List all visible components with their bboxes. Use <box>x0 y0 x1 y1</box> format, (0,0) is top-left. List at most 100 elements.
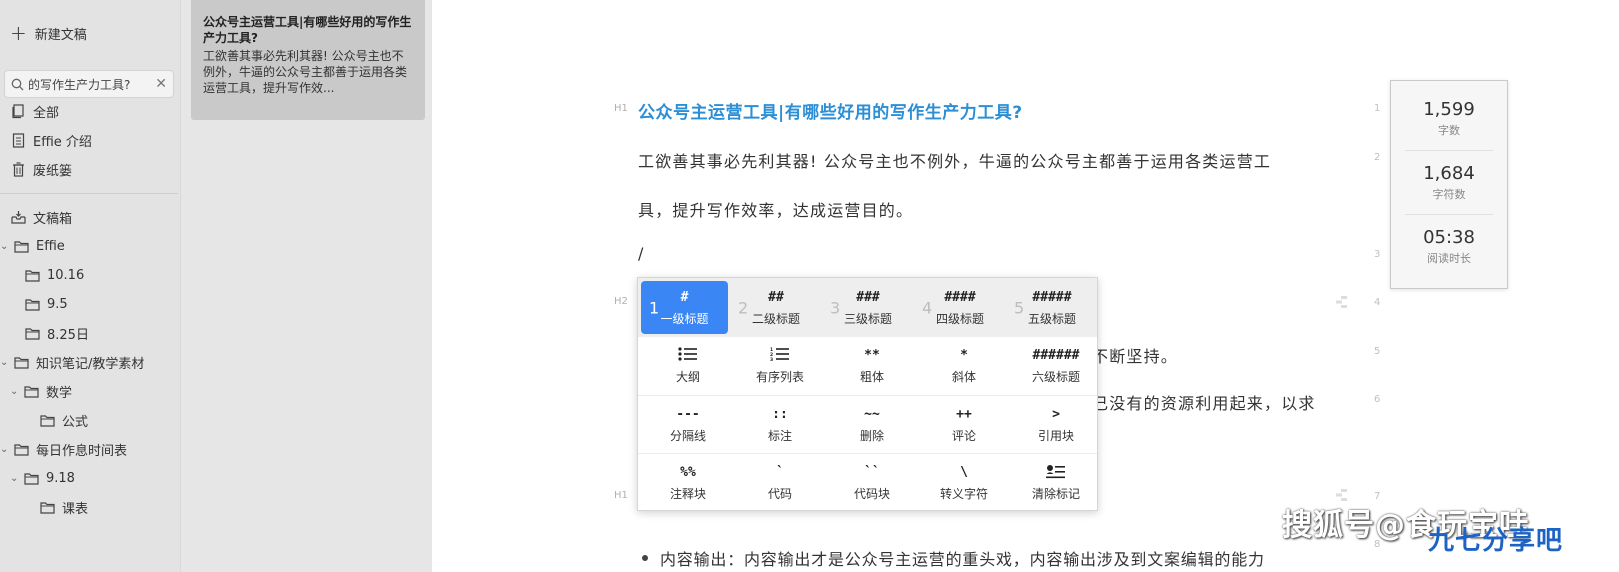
quote-option[interactable]: > 引用块 <box>1010 396 1102 453</box>
italic-label: 斜体 <box>951 370 976 384</box>
sidebar-item-folder-9-18[interactable]: ⌄ 9.18 <box>10 466 75 490</box>
h2-label: 二级标题 <box>751 311 800 326</box>
escape-char-option[interactable]: \ 转义字符 <box>918 454 1010 511</box>
folder-icon <box>39 412 55 428</box>
sidebar-item-folder-effie[interactable]: ⌄ Effie <box>0 234 65 258</box>
shortcut-number: 2 <box>738 298 749 317</box>
stats-divider <box>1405 150 1493 151</box>
comment-symbol: ++ <box>956 406 972 422</box>
paragraph-line[interactable]: 工欲善其事必先利其器! 公众号主也不例外，牛逼的公众号主都善于运用各类运营工 <box>638 148 1271 172</box>
chevron-down-icon[interactable]: ⌄ <box>10 386 20 397</box>
h2-option[interactable]: 2 ## 二级标题 <box>730 278 822 337</box>
quote-symbol: > <box>1052 406 1060 422</box>
sidebar-item-all[interactable]: 全部 <box>10 99 59 123</box>
comment-block-option[interactable]: %% 注释块 <box>642 454 734 511</box>
folder-icon <box>24 267 40 283</box>
word-count-stat: 1,599 字数 <box>1391 99 1507 138</box>
site-watermark: 九七分享吧 <box>1428 526 1564 556</box>
sidebar-item-folder-9-5[interactable]: 9.5 <box>24 292 68 316</box>
inline-code-option[interactable]: ` 代码 <box>734 454 826 511</box>
comment-option[interactable]: ++ 评论 <box>918 396 1010 453</box>
search-input[interactable] <box>28 77 146 91</box>
comment-label: 评论 <box>951 428 976 443</box>
h3-option[interactable]: 3 ### 三级标题 <box>822 278 914 337</box>
clear-format-option[interactable]: 清除标记 <box>1010 454 1102 511</box>
search-icon <box>11 78 24 90</box>
reading-time-label: 阅读时长 <box>1427 252 1471 265</box>
sidebar-item-folder-math[interactable]: ⌄ 数学 <box>10 379 72 403</box>
trash-icon <box>10 161 26 177</box>
code-block-symbol: `` <box>864 464 880 480</box>
chevron-down-icon[interactable]: ⌄ <box>0 241 10 252</box>
h4-option[interactable]: 4 #### 四级标题 <box>914 278 1006 337</box>
stats-divider <box>1405 214 1493 215</box>
word-count-label: 字数 <box>1438 124 1460 137</box>
document-card-title: 公众号主运营工具|有哪些好用的写作生产力工具? <box>203 15 412 45</box>
h6-option[interactable]: ###### 六级标题 <box>1010 337 1102 395</box>
chevron-down-icon[interactable]: ⌄ <box>10 473 20 484</box>
search-box[interactable]: ✕ <box>4 70 174 98</box>
strikethrough-option[interactable]: ~~ 删除 <box>826 396 918 453</box>
folder-icon <box>13 441 29 457</box>
annotation-option[interactable]: :: 标注 <box>734 396 826 453</box>
paragraph-fragment[interactable]: 不断坚持。 <box>1092 343 1178 367</box>
bullet-list-item[interactable]: 内容输出：内容输出才是公众号主运营的重头戏，内容输出涉及到文案编辑的能力 <box>642 546 1265 570</box>
outline-toggle-icon[interactable] <box>1335 295 1349 309</box>
sidebar-item-label: Effie <box>36 238 65 254</box>
line-number: 4 <box>1374 297 1381 308</box>
clear-search-icon[interactable]: ✕ <box>155 76 167 92</box>
format-options-row: 大纲 123 有序列表 ** 粗体 * 斜体 ###### 六级标题 <box>638 337 1097 395</box>
strikethrough-symbol: ~~ <box>864 406 880 422</box>
sidebar-item-folder-formula[interactable]: 公式 <box>39 408 88 432</box>
sidebar-divider <box>0 193 178 194</box>
ordered-list-icon: 123 <box>770 347 790 365</box>
h5-option[interactable]: 5 ##### 五级标题 <box>1006 278 1098 337</box>
divider-option[interactable]: --- 分隔线 <box>642 396 734 453</box>
sidebar-item-folder-notes[interactable]: ⌄ 知识笔记/教学素材 <box>0 350 144 374</box>
ordered-list-option[interactable]: 123 有序列表 <box>734 337 826 395</box>
bold-option[interactable]: ** 粗体 <box>826 337 918 395</box>
code-block-option[interactable]: `` 代码块 <box>826 454 918 511</box>
document-card-selected[interactable]: 公众号主运营工具|有哪些好用的写作生产力工具? 工欲善其事必先利其器! 公众号主… <box>191 0 425 120</box>
sidebar-item-label: 知识笔记/教学素材 <box>36 356 145 372</box>
sidebar-item-label: 数学 <box>46 385 73 401</box>
divider-label: 分隔线 <box>669 428 706 443</box>
divider-symbol: --- <box>676 406 700 422</box>
document-list: 公众号主运营工具|有哪些好用的写作生产力工具? 工欲善其事必先利其器! 公众号主… <box>180 0 432 572</box>
h1-symbol: # <box>680 289 689 305</box>
documents-icon <box>10 103 26 119</box>
sidebar-item-folder-8-25[interactable]: 8.25日 <box>24 321 89 345</box>
sidebar-item-label: 课表 <box>62 501 89 517</box>
italic-option[interactable]: * 斜体 <box>918 337 1010 395</box>
sidebar-item-label: 全部 <box>33 105 60 121</box>
outline-option[interactable]: 大纲 <box>642 337 734 395</box>
chevron-down-icon[interactable]: ⌄ <box>0 444 10 455</box>
sidebar-item-label: 8.25日 <box>47 327 89 343</box>
paragraph-line[interactable]: 具，提升写作效率，达成运营目的。 <box>638 197 913 221</box>
char-count-stat: 1,684 字符数 <box>1391 163 1507 202</box>
h3-symbol: ### <box>856 289 880 305</box>
sidebar-item-folder-schedule[interactable]: ⌄ 每日作息时间表 <box>0 437 127 461</box>
slash-command-text[interactable]: / <box>638 244 645 263</box>
sidebar-item-inbox[interactable]: 文稿箱 <box>10 205 72 229</box>
annotation-symbol: :: <box>772 406 788 422</box>
sidebar-item-label: 10.16 <box>47 267 85 283</box>
h1-option[interactable]: 1 # 一级标题 <box>641 281 728 334</box>
sidebar-item-trash[interactable]: 废纸篓 <box>10 157 72 181</box>
sidebar-item-folder-10-16[interactable]: 10.16 <box>24 263 84 287</box>
chevron-down-icon[interactable]: ⌄ <box>0 357 10 368</box>
h6-label: 六级标题 <box>1031 370 1080 384</box>
shortcut-number: 1 <box>649 298 660 317</box>
folder-icon <box>13 354 29 370</box>
line-number: 1 <box>1374 103 1381 114</box>
paragraph-fragment[interactable]: 己没有的资源利用起来，以求 <box>1092 390 1316 414</box>
sidebar-item-effie-intro[interactable]: Effie 介绍 <box>10 128 92 152</box>
document-title-heading[interactable]: 公众号主运营工具|有哪些好用的写作生产力工具? <box>638 98 1023 123</box>
reading-time-stat: 05:38 阅读时长 <box>1391 227 1507 266</box>
sidebar-item-folder-timetable[interactable]: 课表 <box>39 495 88 519</box>
comment-block-symbol: %% <box>680 464 696 480</box>
word-count-value: 1,599 <box>1423 99 1475 120</box>
document-card-preview: 工欲善其事必先利其器! 公众号主也不例外，牛逼的公众号主都善于运用各类运营工具，… <box>203 49 408 95</box>
bullet-text: 内容输出：内容输出才是公众号主运营的重头戏，内容输出涉及到文案编辑的能力 <box>660 550 1265 569</box>
new-document-button[interactable]: + 新建文稿 <box>10 22 87 44</box>
